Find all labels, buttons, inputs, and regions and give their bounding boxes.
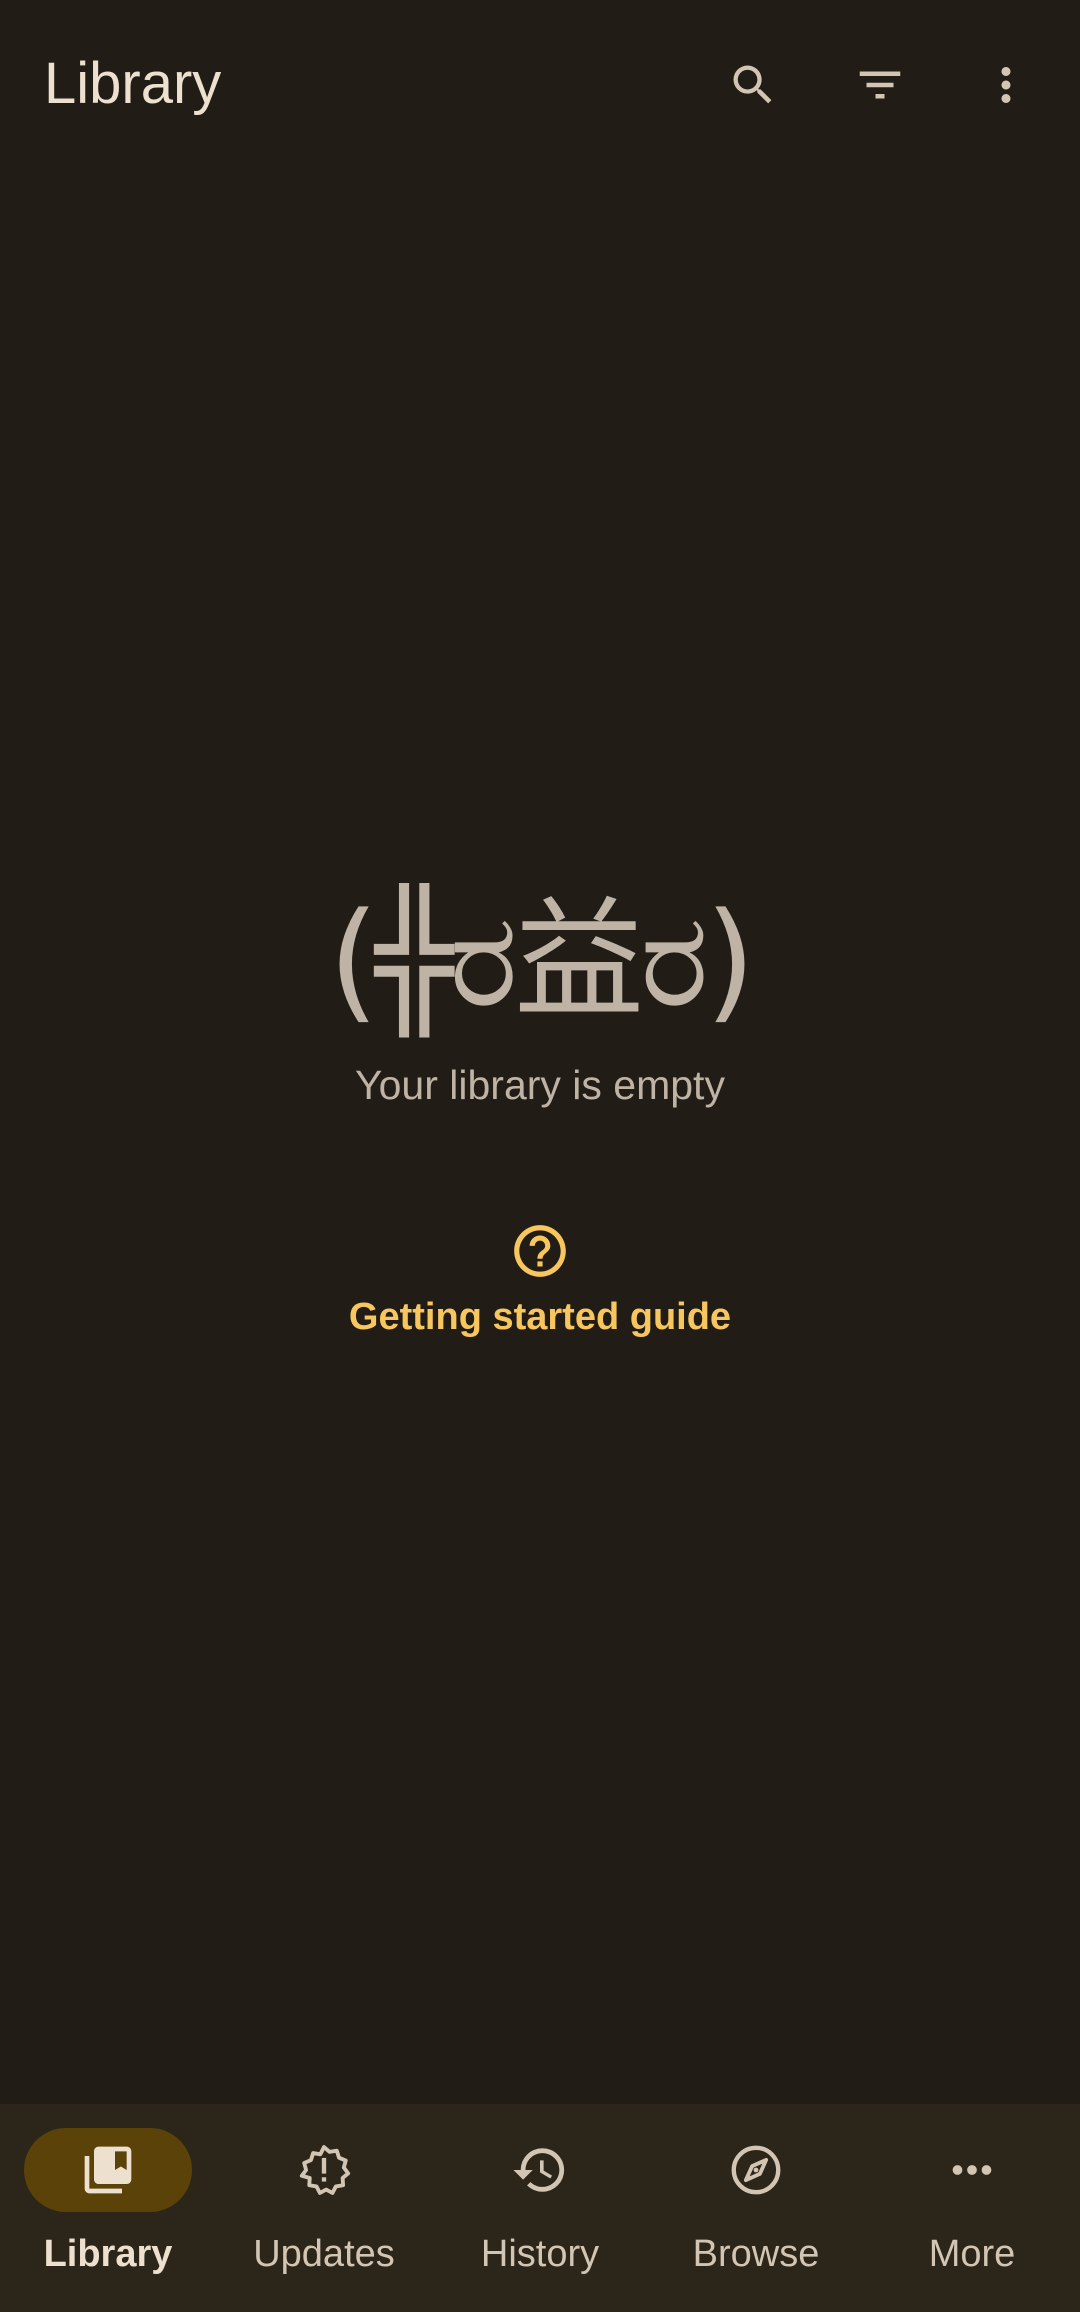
app-root: Library (╬ರ益ರ) Your library is empty Get… bbox=[0, 0, 1080, 2312]
nav-label-browse: Browse bbox=[692, 2233, 820, 2275]
nav-label-library: Library bbox=[43, 2233, 173, 2275]
overflow-menu-button[interactable] bbox=[958, 42, 1054, 128]
more-vert-icon bbox=[1001, 67, 1011, 103]
active-indicator bbox=[24, 2128, 192, 2212]
compass-icon bbox=[731, 2145, 781, 2195]
top-app-bar: Library bbox=[0, 0, 1080, 168]
nav-item-more[interactable]: More bbox=[864, 2104, 1080, 2312]
empty-kaomoji: (╬ರ益ರ) bbox=[328, 884, 755, 1036]
bottom-navigation: Library Updates History Browse More bbox=[0, 2104, 1080, 2312]
nav-item-library[interactable]: Library bbox=[0, 2104, 216, 2312]
empty-state: (╬ರ益ರ) Your library is empty bbox=[0, 880, 1080, 1110]
nav-label-more: More bbox=[928, 2233, 1016, 2275]
new-releases-icon bbox=[299, 2145, 351, 2195]
guide-label: Getting started guide bbox=[348, 1296, 732, 1338]
history-icon bbox=[513, 2148, 565, 2192]
empty-message: Your library is empty bbox=[355, 1062, 725, 1108]
nav-item-history[interactable]: History bbox=[432, 2104, 648, 2312]
getting-started-guide-button[interactable]: Getting started guide bbox=[300, 1220, 780, 1380]
search-button[interactable] bbox=[705, 42, 801, 128]
page-title: Library bbox=[44, 51, 222, 116]
library-bookmark-icon bbox=[84, 2146, 132, 2194]
help-circle-icon bbox=[514, 1225, 566, 1277]
nav-label-updates: Updates bbox=[253, 2233, 395, 2275]
search-icon bbox=[733, 65, 772, 104]
filter-button[interactable] bbox=[832, 42, 928, 128]
more-horiz-icon bbox=[952, 2165, 992, 2175]
nav-item-browse[interactable]: Browse bbox=[648, 2104, 864, 2312]
filter-icon bbox=[859, 71, 901, 99]
nav-item-updates[interactable]: Updates bbox=[216, 2104, 432, 2312]
nav-label-history: History bbox=[480, 2233, 600, 2275]
